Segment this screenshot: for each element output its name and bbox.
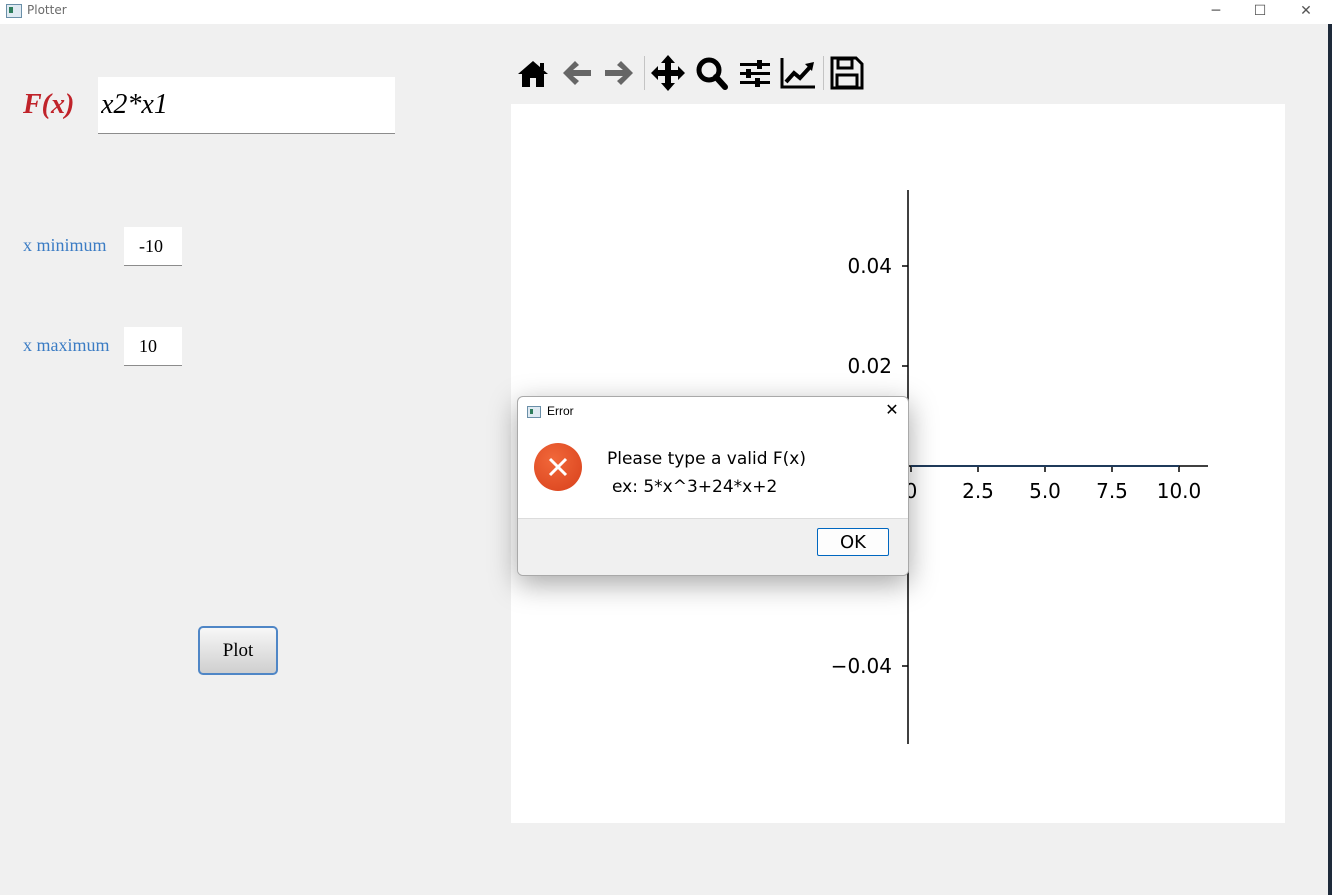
home-icon[interactable] <box>515 54 551 92</box>
x-maximum-input[interactable] <box>124 327 182 366</box>
save-icon[interactable] <box>829 54 865 92</box>
dialog-message-line1: Please type a valid F(x) <box>607 449 806 469</box>
minimize-button[interactable]: ─ <box>1194 0 1238 24</box>
ok-button[interactable]: OK <box>817 528 889 556</box>
maximize-button[interactable]: ☐ <box>1238 0 1282 24</box>
x-tick-label: 7.5 <box>1096 479 1128 503</box>
edit-axes-icon[interactable] <box>780 54 816 92</box>
x-tick-label: 10.0 <box>1157 479 1202 503</box>
forward-arrow-icon[interactable] <box>601 54 637 92</box>
toolbar-separator <box>644 56 645 90</box>
dialog-close-button[interactable]: ✕ <box>882 400 902 420</box>
fx-label: F(x) <box>23 89 75 120</box>
pan-icon[interactable] <box>650 54 686 92</box>
window-edge <box>1328 24 1332 895</box>
x-maximum-label: x maximum <box>23 335 110 355</box>
x-tick-label: 5.0 <box>1029 479 1061 503</box>
window-title: Plotter <box>27 3 67 17</box>
y-tick-label: 0.02 <box>847 354 892 378</box>
app-icon <box>6 4 22 18</box>
y-tick-label: 0.04 <box>847 254 892 278</box>
plot-button[interactable]: Plot <box>198 626 278 675</box>
back-arrow-icon[interactable] <box>559 54 595 92</box>
close-button[interactable]: ✕ <box>1284 0 1328 24</box>
error-dialog: Error ✕ Please type a valid F(x) ex: 5*x… <box>517 396 909 576</box>
x-tick-label: 2.5 <box>962 479 994 503</box>
dialog-footer: OK <box>518 518 908 575</box>
dialog-message-line2: ex: 5*x^3+24*x+2 <box>612 477 778 497</box>
zoom-icon[interactable] <box>694 54 730 92</box>
toolbar-separator <box>823 56 824 90</box>
x-minimum-input[interactable] <box>124 227 182 266</box>
y-tick-label: −0.04 <box>831 654 892 678</box>
dialog-app-icon <box>527 406 541 418</box>
title-bar: Plotter ─ ☐ ✕ <box>0 0 1332 24</box>
configure-subplots-icon[interactable] <box>737 54 773 92</box>
dialog-title: Error <box>547 404 574 418</box>
x-minimum-label: x minimum <box>23 235 107 255</box>
error-icon <box>534 443 582 491</box>
fx-input[interactable] <box>98 77 395 134</box>
